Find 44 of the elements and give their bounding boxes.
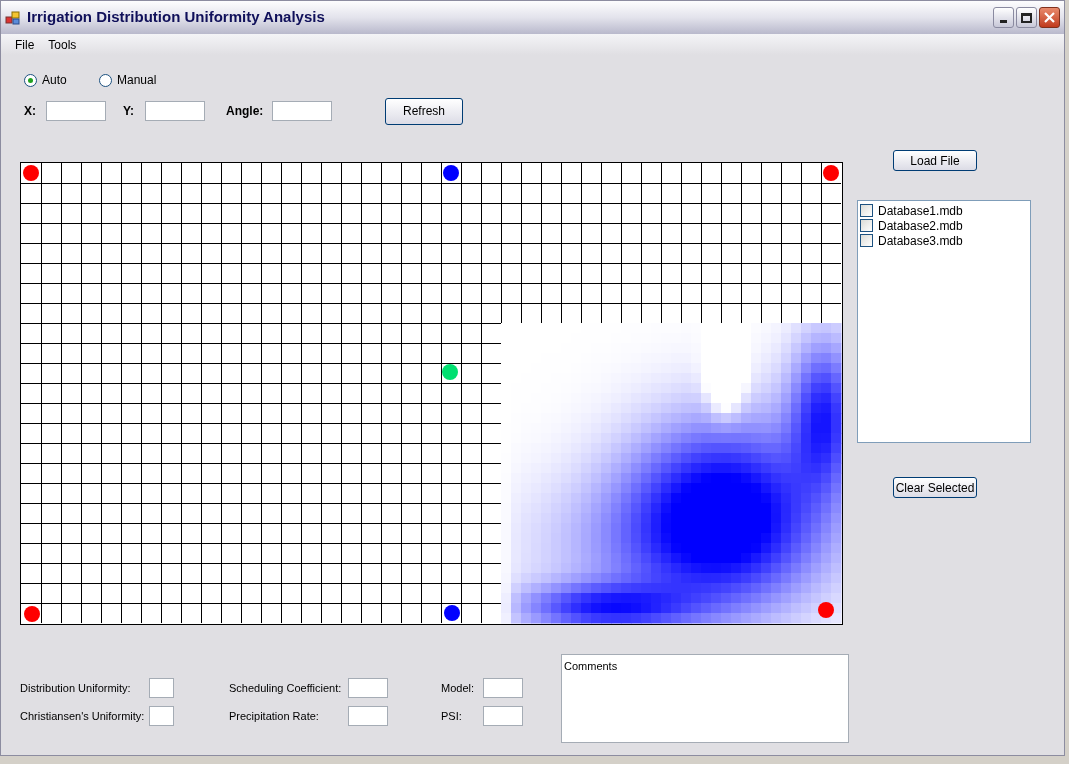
result-field[interactable] (149, 678, 174, 698)
result-label: Scheduling Coefficient: (229, 680, 343, 696)
field-label: Y: (123, 103, 136, 120)
result-field[interactable] (149, 706, 174, 726)
refresh-button[interactable]: Refresh (385, 97, 463, 125)
minimize-button[interactable] (993, 7, 1014, 28)
result-field[interactable] (348, 706, 388, 726)
app-icon (5, 9, 21, 26)
marker-dot-icon (818, 602, 834, 618)
comments-field[interactable]: Comments (561, 654, 849, 743)
marker-dot-icon (24, 606, 40, 622)
database-checkbox-item[interactable]: Database1.mdb (860, 203, 1030, 218)
clear-selected-button[interactable]: Clear Selected (893, 477, 977, 498)
menu-item[interactable]: Tools (42, 35, 83, 54)
result-field[interactable] (483, 678, 523, 698)
result-label: Christiansen's Uniformity: (20, 708, 146, 724)
marker-dot-icon (23, 165, 39, 181)
mode-radio[interactable]: Auto (24, 71, 99, 89)
result-label: PSI: (441, 708, 463, 724)
marker-dot-icon (443, 165, 459, 181)
maximize-icon (1021, 12, 1032, 23)
mode-radio[interactable]: Manual (99, 71, 157, 89)
load-file-button[interactable]: Load File (893, 150, 977, 171)
close-button[interactable] (1039, 7, 1060, 28)
field-label: Angle: (226, 103, 265, 120)
marker-dot-icon (444, 605, 460, 621)
result-field[interactable] (483, 706, 523, 726)
menu-item[interactable]: File (9, 35, 41, 54)
maximize-button[interactable] (1016, 7, 1037, 28)
close-icon (1044, 12, 1055, 23)
marker-dot-icon (442, 364, 458, 380)
result-label: Precipitation Rate: (229, 708, 320, 724)
field-label: X: (24, 103, 37, 120)
database-checkbox-item[interactable]: Database3.mdb (860, 233, 1030, 248)
minimize-icon (1000, 20, 1007, 23)
input-field[interactable] (145, 101, 205, 121)
input-field[interactable] (272, 101, 332, 121)
input-field[interactable] (46, 101, 106, 121)
window-title: Irrigation Distribution Uniformity Analysis (27, 7, 325, 28)
database-checkbox-item[interactable]: Database2.mdb (860, 218, 1030, 233)
result-label: Model: (441, 680, 476, 696)
marker-dot-icon (823, 165, 839, 181)
result-label: Distribution Uniformity: (20, 680, 132, 696)
result-field[interactable] (348, 678, 388, 698)
